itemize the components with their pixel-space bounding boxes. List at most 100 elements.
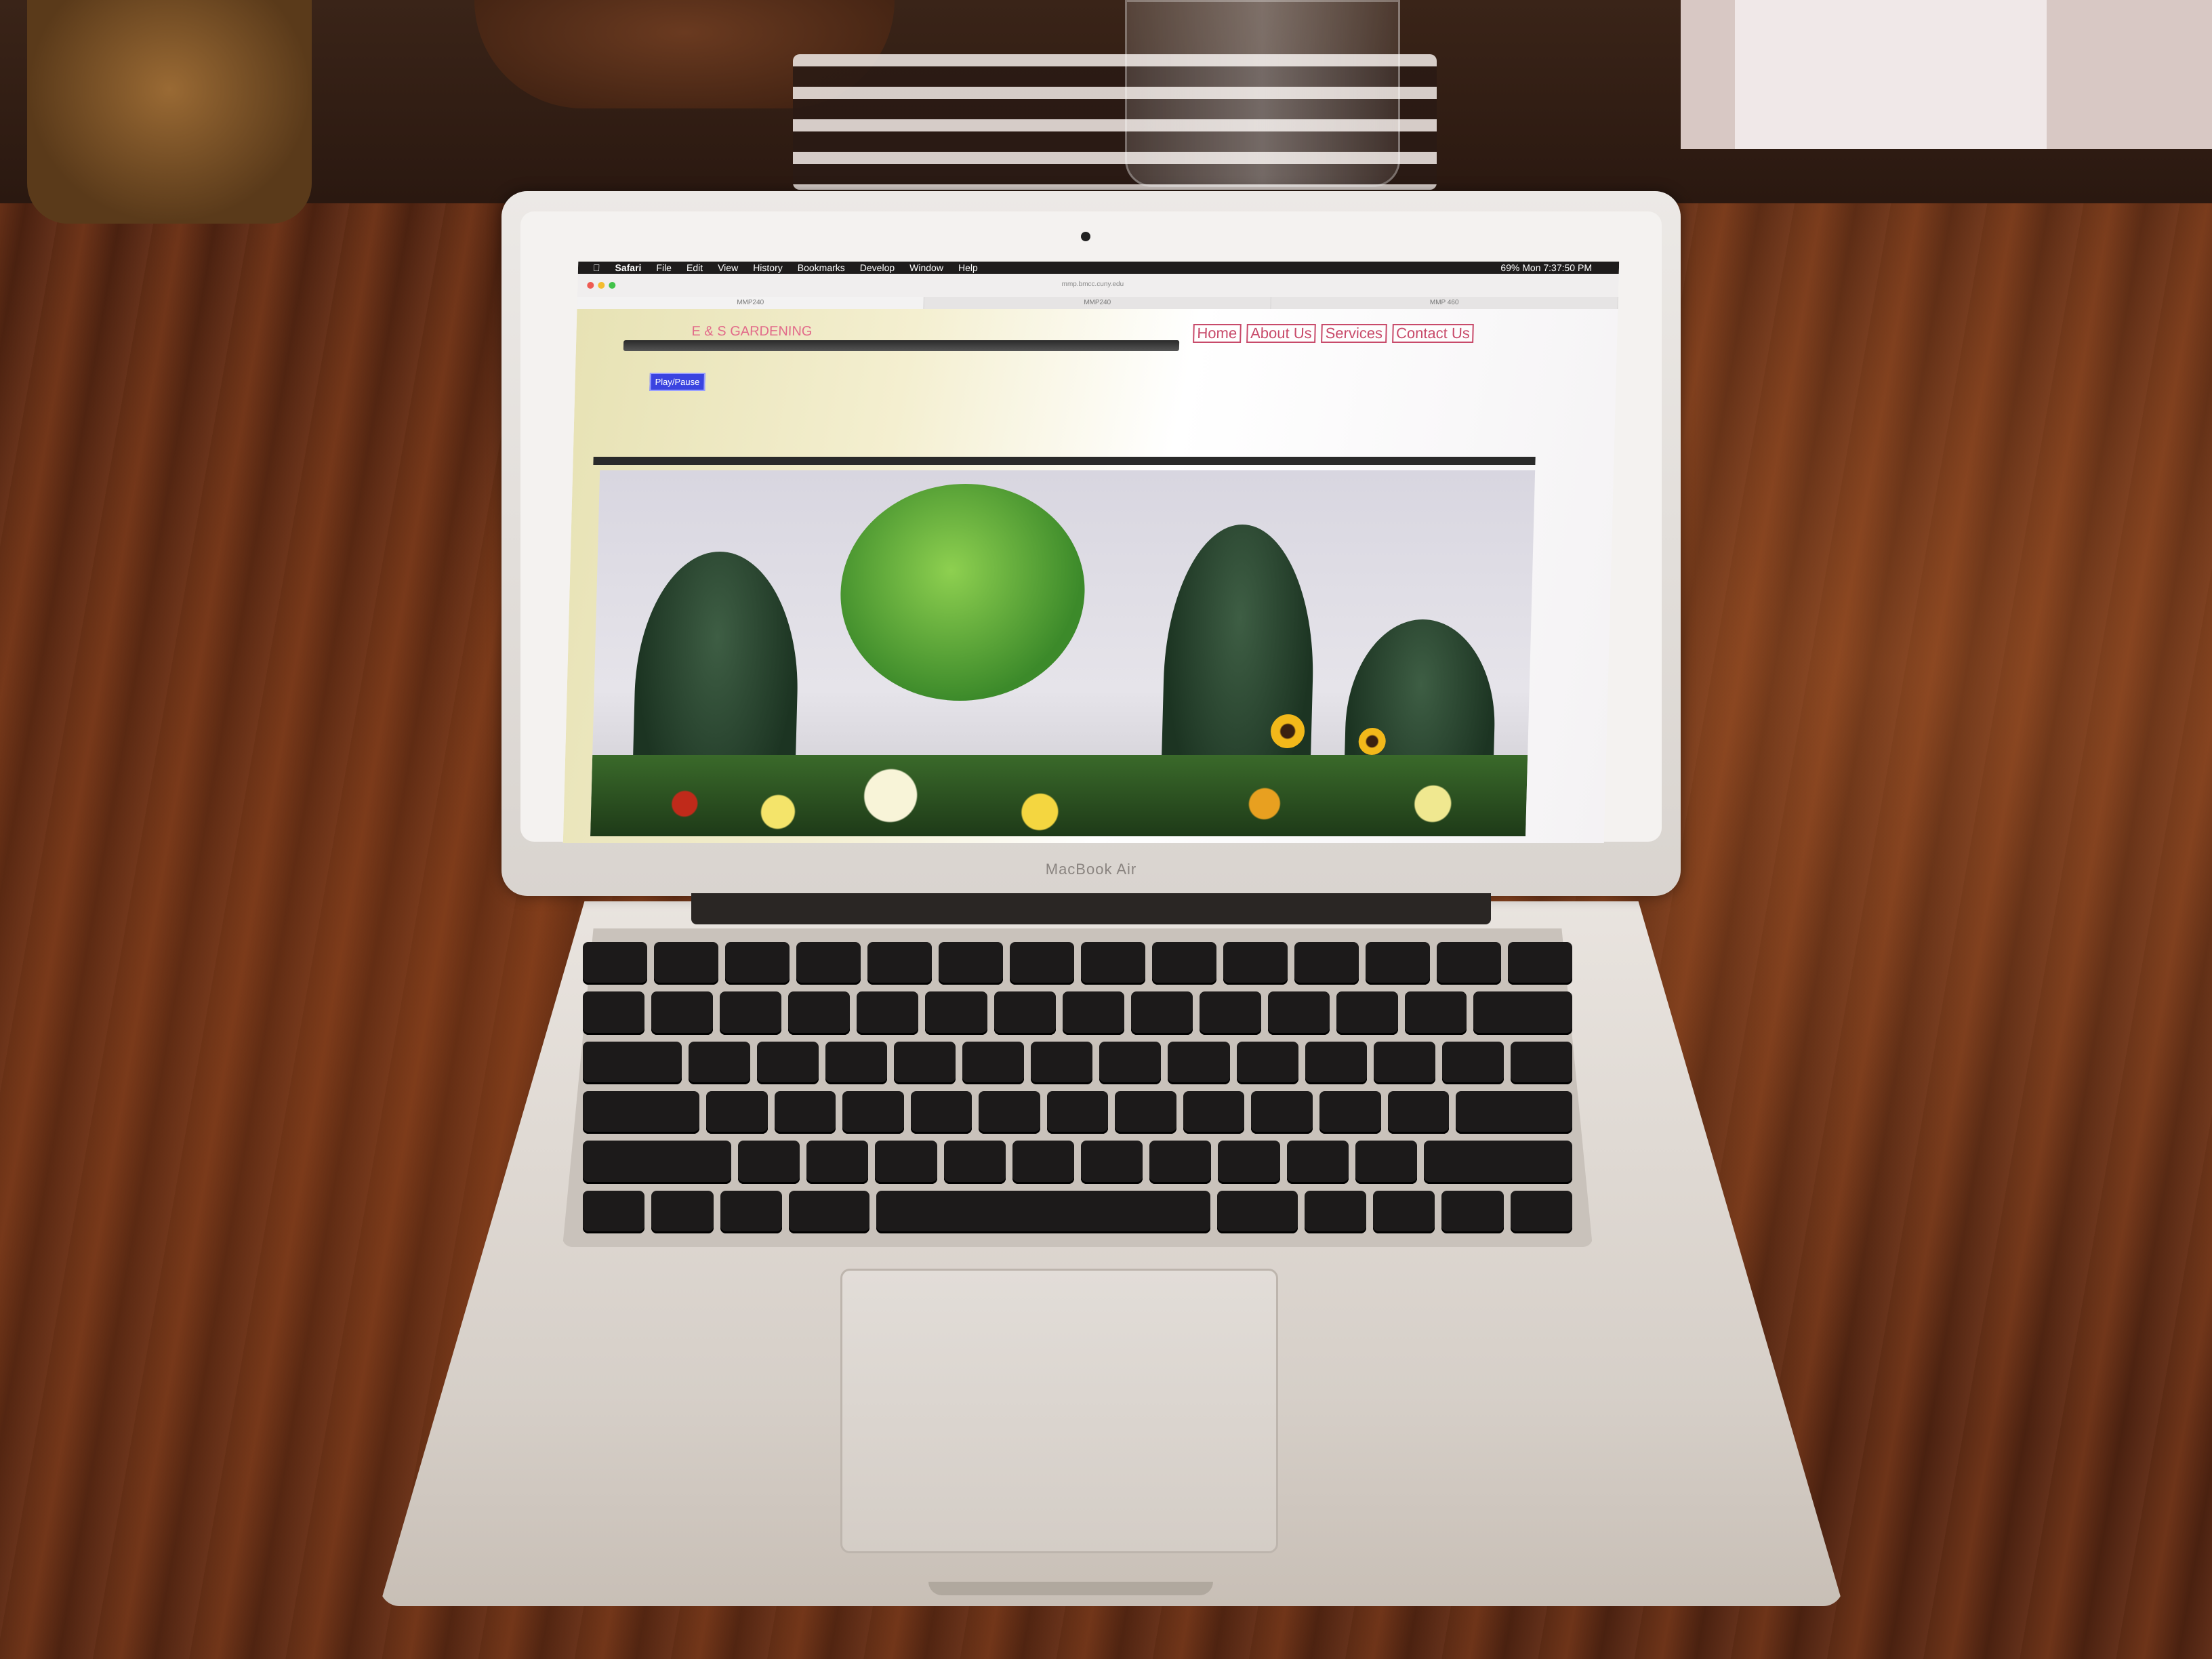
menu-item-history[interactable]: History (753, 262, 783, 273)
key[interactable] (1130, 991, 1193, 1035)
key[interactable] (1267, 991, 1330, 1035)
key[interactable] (1149, 1141, 1212, 1184)
key[interactable] (1355, 1141, 1418, 1184)
key[interactable] (725, 942, 790, 985)
option-key[interactable] (1304, 1190, 1366, 1233)
command-key[interactable] (1216, 1190, 1298, 1233)
key[interactable] (1510, 1041, 1572, 1084)
key[interactable] (825, 1041, 888, 1084)
key[interactable] (756, 1041, 819, 1084)
shift-key[interactable] (583, 1141, 731, 1184)
key[interactable] (688, 1041, 750, 1084)
key[interactable] (706, 1090, 768, 1134)
key[interactable] (1081, 942, 1145, 985)
key[interactable] (1046, 1090, 1109, 1134)
address-bar[interactable]: mmp.bmcc.cuny.edu (916, 281, 1269, 291)
key[interactable] (1012, 1141, 1075, 1184)
key[interactable] (1236, 1041, 1298, 1084)
minimize-window-button[interactable] (598, 282, 605, 289)
key[interactable] (1062, 991, 1124, 1035)
key[interactable] (1183, 1090, 1245, 1134)
key[interactable] (774, 1090, 836, 1134)
menu-item-file[interactable]: File (656, 262, 672, 273)
key[interactable] (842, 1090, 904, 1134)
menu-item-view[interactable]: View (718, 262, 739, 273)
tab-mmp460[interactable]: MMP 460 (1271, 297, 1618, 309)
key[interactable] (1336, 991, 1399, 1035)
key[interactable] (1099, 1041, 1162, 1084)
key[interactable] (1251, 1090, 1313, 1134)
delete-key[interactable] (1473, 991, 1572, 1035)
tab-mmp240-1[interactable]: MMP240 (577, 297, 924, 309)
key[interactable] (1319, 1090, 1381, 1134)
spacebar[interactable] (876, 1190, 1210, 1233)
key[interactable] (1441, 1041, 1504, 1084)
control-key[interactable] (651, 1190, 714, 1233)
arrow-right-key[interactable] (1510, 1190, 1572, 1233)
key[interactable] (1437, 942, 1501, 985)
option-key[interactable] (720, 1190, 782, 1233)
key[interactable] (1387, 1090, 1450, 1134)
key[interactable] (939, 942, 1003, 985)
arrow-left-key[interactable] (1372, 1190, 1435, 1233)
arrow-up-down-key[interactable] (1441, 1190, 1504, 1233)
key[interactable] (1223, 942, 1288, 985)
fn-key[interactable] (583, 1190, 645, 1233)
key[interactable] (737, 1141, 800, 1184)
return-key[interactable] (1456, 1090, 1573, 1134)
key[interactable] (1373, 1041, 1435, 1084)
key[interactable] (1115, 1090, 1176, 1134)
key[interactable] (651, 991, 714, 1035)
key[interactable] (994, 991, 1056, 1035)
key[interactable] (720, 991, 782, 1035)
key[interactable] (962, 1041, 1025, 1084)
key[interactable] (788, 991, 851, 1035)
key[interactable] (943, 1141, 1006, 1184)
shift-key[interactable] (1424, 1141, 1573, 1184)
nav-services[interactable]: Services (1321, 324, 1387, 343)
garden-video[interactable] (590, 470, 1536, 836)
menu-item-develop[interactable]: Develop (860, 262, 895, 273)
close-window-button[interactable] (587, 282, 594, 289)
nav-about-us[interactable]: About Us (1246, 324, 1317, 343)
key[interactable] (806, 1141, 869, 1184)
key[interactable] (1366, 942, 1430, 985)
key[interactable] (875, 1141, 937, 1184)
key[interactable] (654, 942, 718, 985)
key[interactable] (1081, 1141, 1143, 1184)
zoom-window-button[interactable] (609, 282, 616, 289)
key[interactable] (979, 1090, 1040, 1134)
key[interactable] (1294, 942, 1359, 985)
command-key[interactable] (788, 1190, 869, 1233)
key[interactable] (1286, 1141, 1349, 1184)
caps-lock-key[interactable] (583, 1090, 700, 1134)
key[interactable] (894, 1041, 956, 1084)
play-pause-button[interactable]: Play/Pause (649, 373, 705, 391)
key[interactable] (857, 991, 919, 1035)
key[interactable] (583, 942, 647, 985)
nav-contact-us[interactable]: Contact Us (1391, 324, 1475, 343)
key[interactable] (1152, 942, 1216, 985)
key[interactable] (925, 991, 987, 1035)
menu-item-safari[interactable]: Safari (615, 262, 641, 273)
key[interactable] (1010, 942, 1074, 985)
key[interactable] (583, 991, 645, 1035)
tab-key[interactable] (583, 1041, 682, 1084)
menu-item-edit[interactable]: Edit (687, 262, 703, 273)
key[interactable] (1168, 1041, 1230, 1084)
apple-icon[interactable]:  (593, 262, 600, 273)
tab-mmp240-2[interactable]: MMP240 (924, 297, 1271, 309)
menu-item-help[interactable]: Help (958, 262, 978, 273)
key[interactable] (1218, 1141, 1280, 1184)
key[interactable] (867, 942, 932, 985)
key[interactable] (1305, 1041, 1367, 1084)
key[interactable] (910, 1090, 972, 1134)
menu-item-bookmarks[interactable]: Bookmarks (798, 262, 845, 273)
nav-home[interactable]: Home (1193, 324, 1242, 343)
key[interactable] (1405, 991, 1467, 1035)
power-key[interactable] (1508, 942, 1572, 985)
key[interactable] (1199, 991, 1261, 1035)
menu-item-window[interactable]: Window (909, 262, 943, 273)
trackpad[interactable] (840, 1269, 1278, 1553)
key[interactable] (1031, 1041, 1093, 1084)
